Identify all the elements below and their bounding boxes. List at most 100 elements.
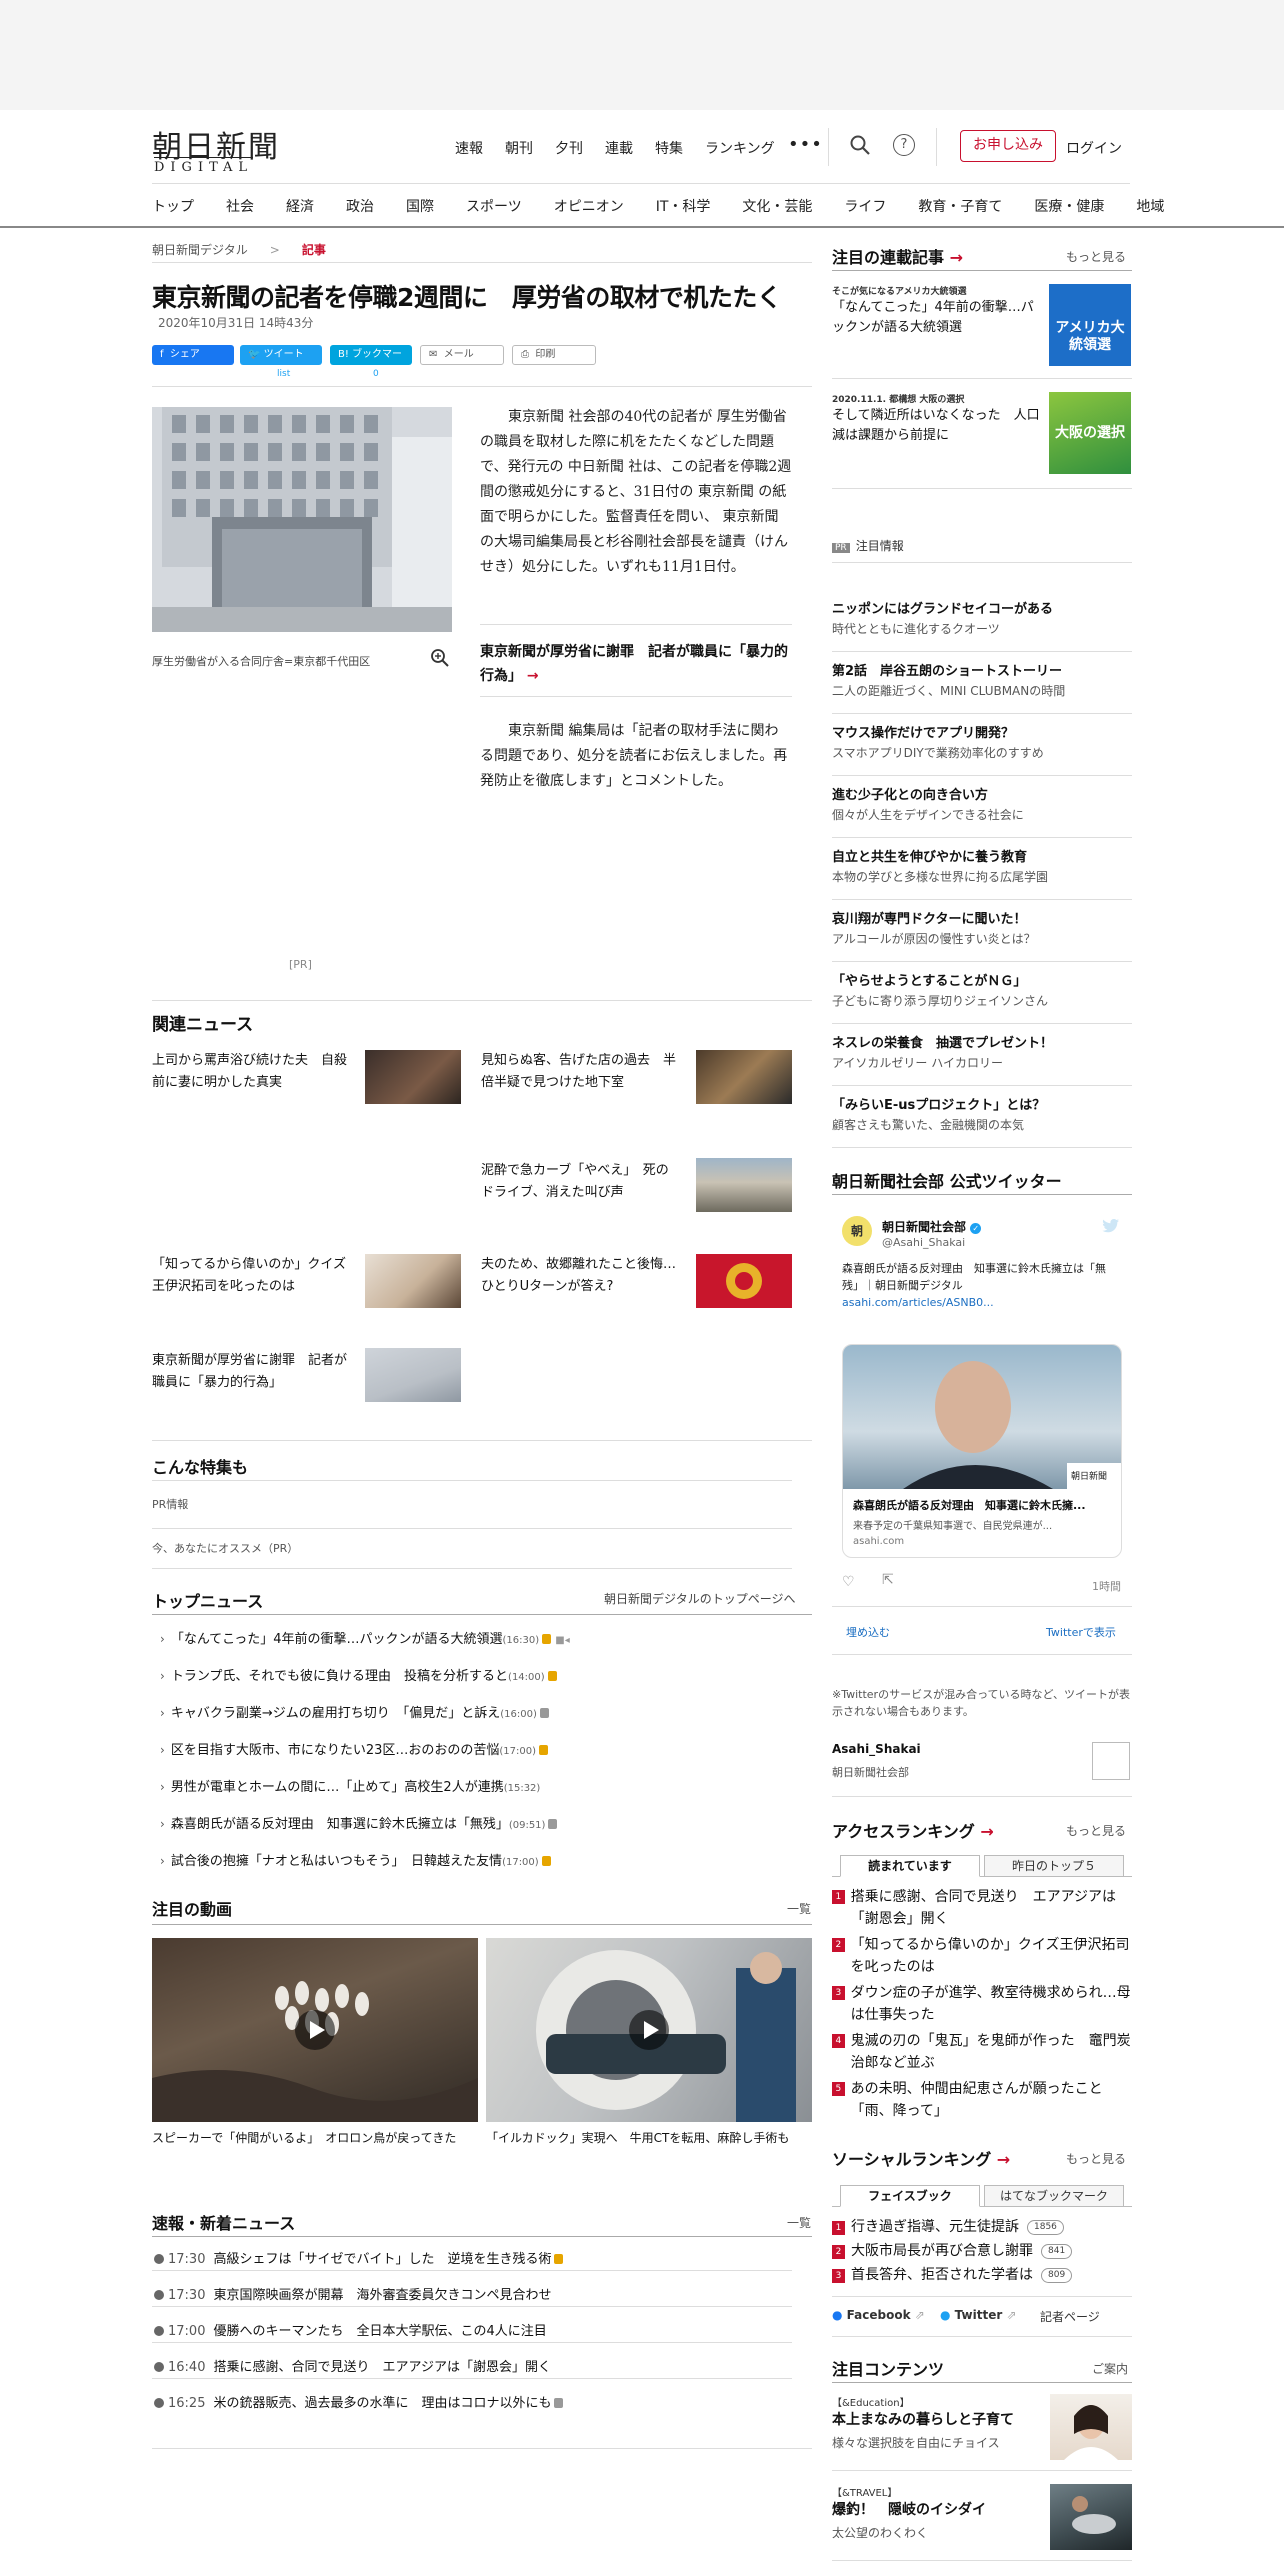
related-thumb[interactable] — [365, 1050, 461, 1104]
more-menu-icon[interactable]: ••• — [788, 134, 823, 155]
share-icon[interactable]: ⇱ — [882, 1572, 894, 1588]
ranking-item[interactable]: 5 あの未明、仲間由紀恵さんが願ったこと 「雨、降って」 — [832, 2078, 1132, 2126]
contents-more-link[interactable]: ご案内 — [1092, 2360, 1128, 2377]
twitter-handle[interactable]: @Asahi_Shakai — [882, 1236, 965, 1249]
cat-politics[interactable]: 政治 — [346, 196, 374, 216]
play-icon[interactable] — [629, 2010, 669, 2050]
twitter-link[interactable]: ● Twitter ⇗ — [940, 2308, 1017, 2322]
pr-item[interactable]: 自立と共生を伸びやかに養う教育 本物の学びと多様な世界に拘る広尾学園 — [832, 838, 1132, 900]
nav-features[interactable]: 特集 — [655, 138, 683, 158]
top-news-item[interactable]: › 森喜朗氏が語る反対理由 知事選に鈴木氏擁立は「無残」(09:51) — [160, 1813, 558, 1832]
twitter-account-name[interactable]: 朝日新聞社会部 ✓ — [882, 1218, 982, 1235]
related-item[interactable]: 「知ってるから偉いのか」クイズ王伊沢拓司を叱ったのは — [152, 1254, 352, 1298]
social-ranking-item[interactable]: 1 行き過ぎ指導、元生徒提訴 1856 — [832, 2216, 1132, 2240]
reporter-page-link[interactable]: 記者ページ — [1040, 2308, 1100, 2325]
top-news-item[interactable]: › 「なんてこった」4年前の衝撃…パックンが語る大統領選(16:30) ■◂ — [160, 1628, 570, 1647]
video-title[interactable]: 「イルカドック」実現へ 牛用CTを転用、麻酔し手術も — [486, 2128, 812, 2148]
related-thumb[interactable] — [696, 1158, 792, 1212]
pr-item[interactable]: ニッポンにはグランドセイコーがある 時代とともに進化するクオーツ — [832, 590, 1132, 652]
cat-international[interactable]: 国際 — [406, 196, 434, 216]
twitter-bird-icon[interactable] — [1102, 1218, 1120, 1234]
like-icon[interactable]: ♡ — [842, 1574, 855, 1590]
pr-item[interactable]: 「みらいE-usプロジェクト」とは？ 顧客さえも驚いた、金融機関の本気 — [832, 1086, 1132, 1148]
related-item[interactable]: 泥酔で急カーブ「やべえ」 死のドライブ、消えた叫び声 — [481, 1160, 681, 1204]
series-thumb[interactable]: アメリカ大統領選 — [1049, 284, 1131, 366]
tweet-link[interactable]: asahi.com/articles/ASNB0... — [842, 1296, 994, 1309]
article-photo[interactable] — [152, 407, 452, 632]
related-thumb[interactable] — [696, 1050, 792, 1104]
videos-more-link[interactable]: 一覧 — [787, 1900, 811, 1917]
series-title[interactable]: そして隣近所はいなくなった 人口減は課題から前提に — [832, 406, 1042, 446]
tab-yesterday-top5[interactable]: 昨日のトップ５ — [984, 1855, 1124, 1877]
contents-thumb[interactable] — [1050, 2484, 1132, 2550]
top-news-item[interactable]: › 試合後の抱擁「ナオと私はいつもそう」 日韓越えた友情(17:00) — [160, 1850, 551, 1869]
related-thumb[interactable] — [365, 1254, 461, 1308]
ranking-item[interactable]: 3 ダウン症の子が進学、教室待機求められ…母は仕事失った — [832, 1982, 1132, 2030]
pr-item[interactable]: 進む少子化との向き合い方 個々が人生をデザインできる社会に — [832, 776, 1132, 838]
breaking-news-item[interactable]: 17:30 高級シェフは「サイゼでバイト」した 逆境を生き残る術 — [154, 2248, 564, 2267]
nav-breaking[interactable]: 速報 — [455, 138, 483, 158]
cat-region[interactable]: 地域 — [1136, 196, 1164, 216]
site-logo-sub[interactable]: DIGITAL — [154, 157, 254, 175]
pr-item[interactable]: マウス操作だけでアプリ開発？ スマホアプリDIYで業務効率化のすすめ — [832, 714, 1132, 776]
cat-society[interactable]: 社会 — [226, 196, 254, 216]
ranking-item[interactable]: 4 鬼滅の刃の「鬼瓦」を鬼師が作った 竈門炭治郎など並ぶ — [832, 2030, 1132, 2078]
series-title[interactable]: 「なんてこった」4年前の衝撃…パックンが語る大統領選 — [832, 298, 1042, 338]
breaking-news-item[interactable]: 16:25 米の銃器販売、過去最多の水準に 理由はコロナ以外にも — [154, 2392, 564, 2411]
ranking-item[interactable]: 1 搭乗に感謝、合同で見送り エアアジアは「謝恩会」開く — [832, 1886, 1132, 1934]
social-ranking-item[interactable]: 3 首長答弁、拒否された学者は 809 — [832, 2264, 1132, 2288]
related-thumb[interactable] — [696, 1254, 792, 1308]
related-item[interactable]: 見知らぬ客、告げた店の過去 半倍半疑で見つけた地下室 — [481, 1050, 681, 1094]
cat-economy[interactable]: 経済 — [286, 196, 314, 216]
video-title[interactable]: スピーカーで「仲間がいるよ」 オロロン鳥が戻ってきた — [152, 2128, 478, 2148]
contents-title[interactable]: 爆釣！ 隠岐のイシダイ — [832, 2500, 986, 2520]
cat-culture[interactable]: 文化・芸能 — [742, 196, 812, 216]
social-ranking-more-link[interactable]: もっと見る — [1066, 2150, 1126, 2167]
related-item[interactable]: 東京新聞が厚労省に謝罪 記者が職員に「暴力的行為」 — [152, 1350, 352, 1394]
twitter-avatar[interactable]: 朝 — [842, 1216, 872, 1246]
related-item[interactable]: 夫のため、故郷離れたこと後悔…ひとりUターンが答え? — [481, 1254, 681, 1298]
ranking-item[interactable]: 2 「知ってるから偉いのか」クイズ王伊沢拓司を叱ったのは — [832, 1934, 1132, 1982]
print-button[interactable]: ⎙ 印刷 — [512, 345, 596, 365]
breaking-news-item[interactable]: 16:40 搭乗に感謝、合同で見送り エアアジアは「謝恩会」開く — [154, 2356, 551, 2375]
embed-link[interactable]: 埋め込む — [846, 1624, 890, 1640]
cat-education[interactable]: 教育・子育て — [918, 196, 1002, 216]
top-news-item[interactable]: › キャバクラ副業→ジムの雇用打ち切り 「偏見だ」と訴え(16:00) — [160, 1702, 549, 1721]
play-icon[interactable] — [295, 2010, 335, 2050]
zoom-icon[interactable] — [430, 648, 450, 668]
tweet-count[interactable]: list — [277, 369, 290, 379]
breaking-more-link[interactable]: 一覧 — [787, 2214, 811, 2231]
help-icon[interactable]: ? — [893, 134, 915, 156]
top-news-item[interactable]: › 男性が電車とホームの間に…「止めて」高校生2人が連携(15:32) — [160, 1776, 540, 1795]
pr-item[interactable]: ネスレの栄養食 抽選でプレゼント！ アイソカルゼリー ハイカロリー — [832, 1024, 1132, 1086]
profile-image[interactable] — [1092, 1742, 1130, 1780]
tweet-button[interactable]: 🐦 ツイート — [240, 345, 322, 365]
related-article-link[interactable]: 東京新聞が厚労省に謝罪 記者が職員に「暴力的行為」 → — [480, 640, 792, 688]
tweet-card[interactable]: 朝日新聞 森喜朗氏が語る反対理由 知事選に鈴木氏擁... 来春予定の千葉県知事選… — [842, 1344, 1122, 1558]
series-more-link[interactable]: もっと見る — [1066, 248, 1126, 265]
facebook-share-button[interactable]: f シェア — [152, 345, 234, 365]
pr-item[interactable]: 哀川翔が専門ドクターに聞いた！ アルコールが原因の慢性すい炎とは？ — [832, 900, 1132, 962]
top-news-item[interactable]: › 区を目指す大阪市、市になりたい23区…おのおのの苦悩(17:00) — [160, 1739, 548, 1758]
bookmark-count[interactable]: 0 — [373, 369, 379, 379]
related-item[interactable]: 上司から罵声浴び続けた夫 自殺前に妻に明かした真実 — [152, 1050, 352, 1094]
tweet-time[interactable]: 1時間 — [1092, 1578, 1121, 1594]
view-on-twitter-link[interactable]: Twitterで表示 — [1046, 1624, 1116, 1640]
pr-item[interactable]: 第2話 岸谷五朗のショートストーリー 二人の距離近づく、MINI CLUBMANの… — [832, 652, 1132, 714]
nav-series[interactable]: 連載 — [605, 138, 633, 158]
breaking-news-item[interactable]: 17:30 東京国際映画祭が開幕 海外審査委員欠きコンペ見合わせ — [154, 2284, 551, 2303]
subscribe-button[interactable]: お申し込み — [960, 130, 1056, 162]
cat-health[interactable]: 医療・健康 — [1034, 196, 1104, 216]
cat-top[interactable]: トップ — [152, 196, 194, 216]
pr-item[interactable]: 「やらせようとすることがＮＧ」 子どもに寄り添う厚切りジェイソンさん — [832, 962, 1132, 1024]
tab-most-read[interactable]: 読まれています — [840, 1855, 980, 1877]
access-ranking-more-link[interactable]: もっと見る — [1066, 1822, 1126, 1839]
contents-thumb[interactable] — [1050, 2394, 1132, 2460]
breaking-news-item[interactable]: 17:00 優勝へのキーマンたち 全日本大学駅伝、この4人に注目 — [154, 2320, 547, 2339]
cat-sports[interactable]: スポーツ — [466, 196, 522, 216]
hatena-bookmark-button[interactable]: B! ブックマーク — [330, 345, 412, 380]
tab-facebook[interactable]: フェイスブック — [840, 2185, 980, 2207]
cat-it-science[interactable]: IT・科学 — [656, 196, 711, 216]
nav-morning[interactable]: 朝刊 — [505, 138, 533, 158]
cat-opinion[interactable]: オピニオン — [554, 196, 624, 216]
